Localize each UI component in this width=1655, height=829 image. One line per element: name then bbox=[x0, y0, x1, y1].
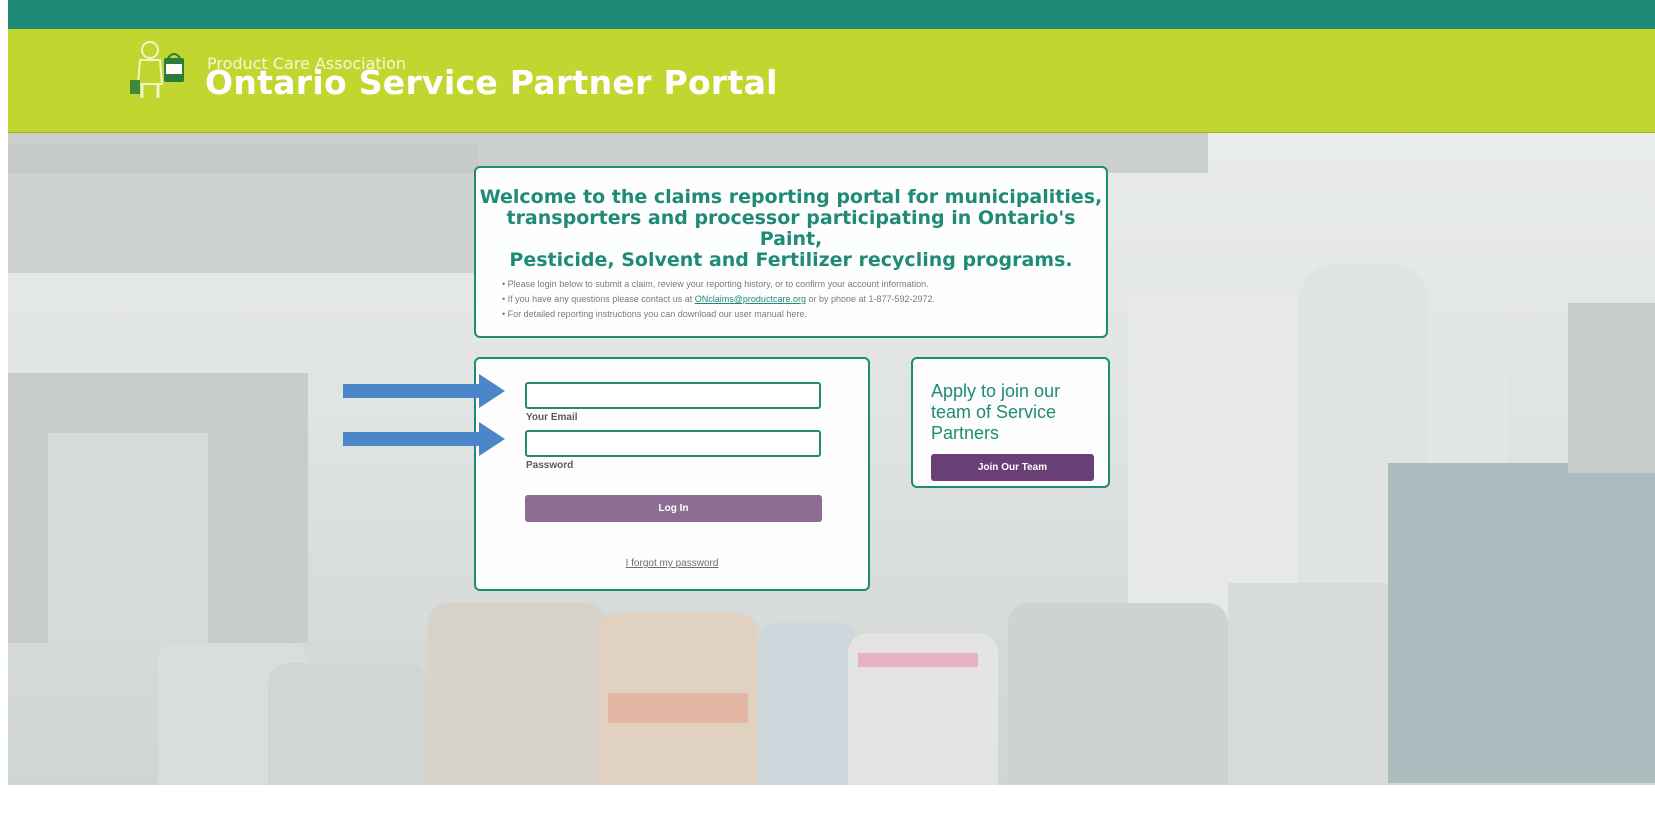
password-label: Password bbox=[526, 460, 574, 471]
email-label: Your Email bbox=[526, 412, 578, 423]
apply-panel: Apply to join our team of Service Partne… bbox=[911, 357, 1110, 488]
welcome-heading: Welcome to the claims reporting portal f… bbox=[479, 186, 1103, 271]
join-team-button[interactable]: Join Our Team bbox=[931, 454, 1094, 481]
top-strip bbox=[8, 0, 1655, 29]
forgot-password-link[interactable]: I forgot my password bbox=[476, 558, 868, 569]
apply-text: Apply to join our team of Service Partne… bbox=[931, 381, 1061, 443]
login-panel: Your Email Password Log In I forgot my p… bbox=[474, 357, 870, 591]
email-input[interactable] bbox=[525, 382, 821, 409]
portal-title: Ontario Service Partner Portal bbox=[205, 63, 778, 102]
arrow-right-icon bbox=[343, 422, 505, 456]
password-input[interactable] bbox=[525, 430, 821, 457]
instruction-item: If you have any questions please contact… bbox=[502, 292, 1102, 307]
contact-email-link[interactable]: ONclaims@productcare.org bbox=[695, 294, 806, 304]
instruction-item: For detailed reporting instructions you … bbox=[502, 307, 1102, 322]
paint-can-mascot-icon bbox=[130, 41, 184, 98]
login-button[interactable]: Log In bbox=[525, 495, 822, 522]
welcome-panel: Welcome to the claims reporting portal f… bbox=[474, 166, 1108, 338]
welcome-instructions: Please login below to submit a claim, re… bbox=[502, 277, 1102, 322]
arrow-right-icon bbox=[343, 374, 505, 408]
instruction-item: Please login below to submit a claim, re… bbox=[502, 277, 1102, 292]
